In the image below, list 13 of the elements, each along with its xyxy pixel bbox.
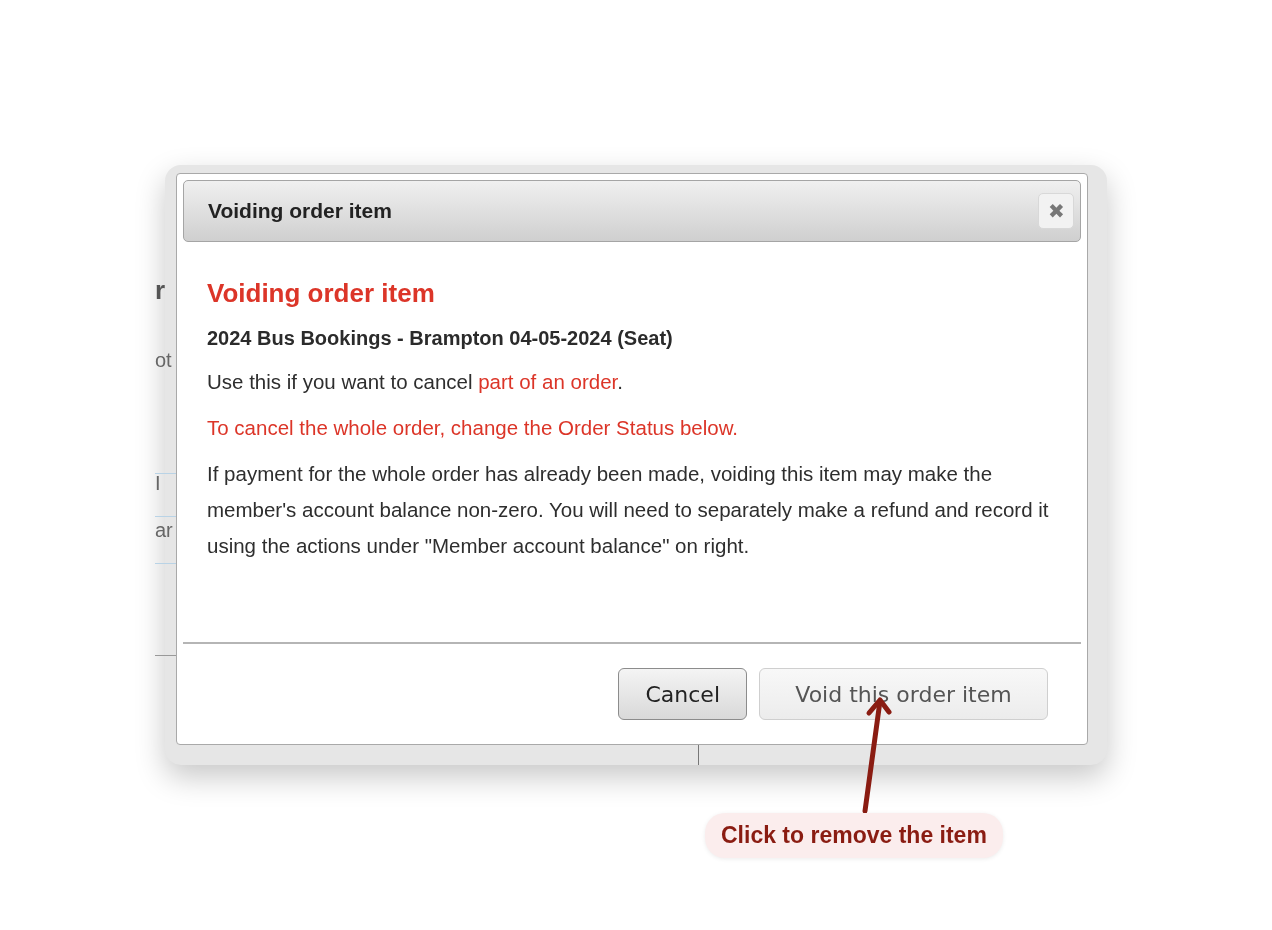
- background-text: I: [155, 473, 161, 493]
- dialog-title: Voiding order item: [208, 199, 392, 223]
- background-text: r: [155, 277, 166, 303]
- warning-text: To cancel the whole order, change the Order Status below.: [207, 415, 740, 441]
- cancel-button[interactable]: Cancel: [618, 668, 747, 720]
- info-text: Use this if you want to cancel part of an order.: [207, 369, 624, 395]
- info-text: If payment for the whole order has already been made, voiding this item may make the member's account balance non-zero. You will need to separately make a refund and record it using the actions under "Member account balance" on right.: [207, 461, 1050, 559]
- callout-label: Click to remove the item: [705, 813, 1003, 858]
- close-button[interactable]: ✖: [1038, 193, 1074, 229]
- dialog-heading: Voiding order item: [207, 278, 436, 309]
- background-text: ar: [155, 520, 173, 540]
- item-name: 2024 Bus Bookings - Brampton 04-05-2024 (Seat): [207, 327, 674, 350]
- background-text: ot: [155, 350, 172, 370]
